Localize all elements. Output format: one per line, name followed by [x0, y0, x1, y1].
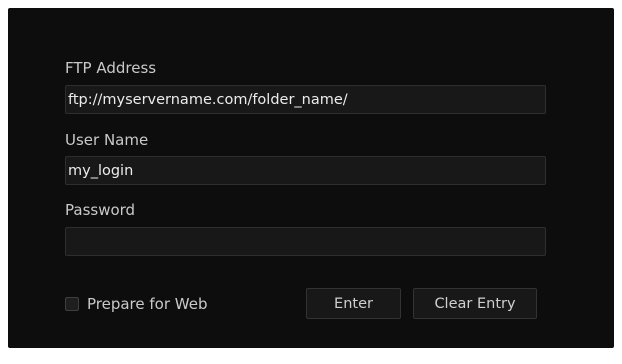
password-input[interactable] — [65, 227, 546, 256]
prepare-for-web-label: Prepare for Web — [87, 295, 208, 313]
ftp-settings-panel: FTP Address User Name Password Prepare f… — [8, 8, 614, 348]
password-label: Password — [65, 201, 136, 219]
user-name-input[interactable] — [65, 156, 546, 185]
prepare-for-web-toggle[interactable]: Prepare for Web — [65, 294, 208, 314]
user-name-label: User Name — [65, 131, 149, 149]
ftp-address-label: FTP Address — [65, 59, 157, 77]
prepare-for-web-checkbox[interactable] — [65, 297, 79, 311]
clear-entry-button[interactable]: Clear Entry — [413, 288, 537, 319]
ftp-address-input[interactable] — [65, 85, 546, 114]
enter-button[interactable]: Enter — [306, 288, 401, 319]
